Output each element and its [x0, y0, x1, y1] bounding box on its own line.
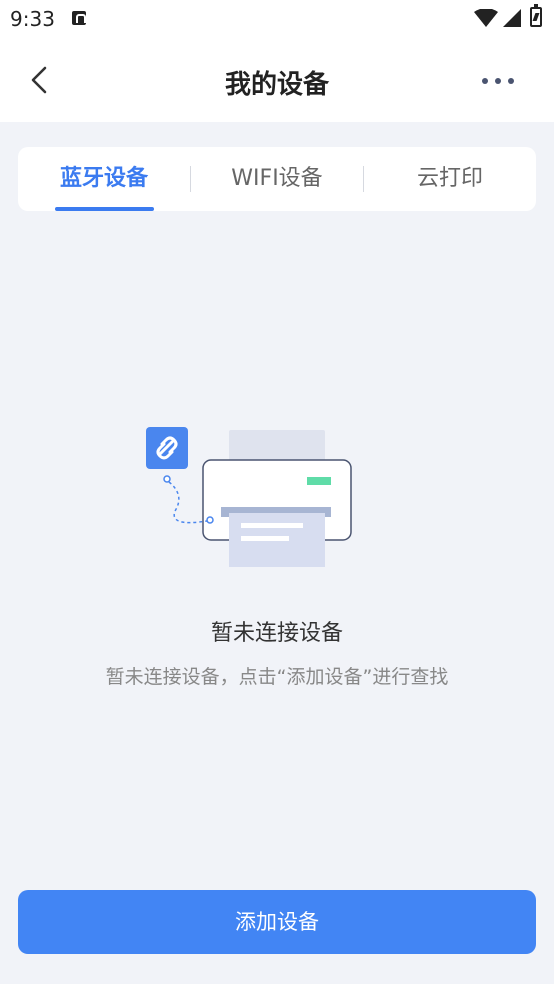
more-dot-icon	[495, 78, 501, 84]
device-tabs: 蓝牙设备 WIFI设备 云打印	[18, 147, 536, 211]
active-tab-indicator	[55, 207, 154, 211]
more-dot-icon	[508, 78, 514, 84]
empty-state-title: 暂未连接设备	[210, 621, 343, 646]
app-header: 我的设备	[0, 38, 554, 122]
notification-icon	[72, 11, 86, 25]
empty-state-description: 暂未连接设备，点击“添加设备”进行查找	[105, 666, 449, 688]
status-time: 9:33	[10, 7, 55, 31]
signal-icon	[503, 9, 521, 27]
page-title: 我的设备	[224, 70, 329, 100]
tab-cloud-print[interactable]: 云打印	[364, 147, 536, 211]
tab-bluetooth-devices[interactable]: 蓝牙设备	[18, 147, 190, 211]
battery-icon	[530, 4, 542, 27]
tab-wifi-devices[interactable]: WIFI设备	[191, 147, 363, 211]
link-icon	[146, 427, 188, 469]
status-bar: 9:33	[0, 0, 554, 38]
wifi-icon	[474, 9, 498, 27]
printer-illustration	[146, 427, 352, 567]
add-device-button[interactable]: 添加设备	[18, 890, 536, 954]
more-options-button[interactable]	[482, 74, 522, 88]
more-dot-icon	[482, 78, 488, 84]
